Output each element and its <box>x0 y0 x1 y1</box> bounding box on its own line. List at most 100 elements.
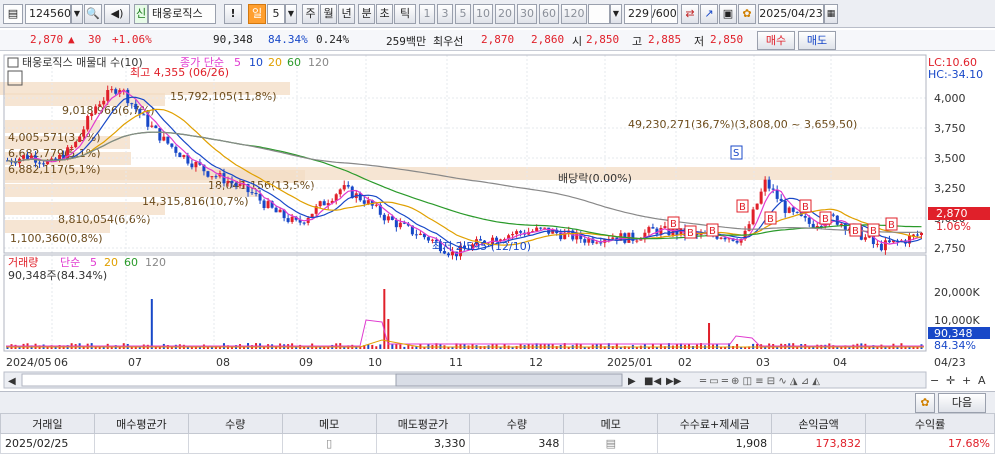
candle-body <box>22 155 26 159</box>
crosshair-icon[interactable]: ✛ <box>946 374 955 387</box>
stock-list-icon[interactable]: ▤ <box>3 4 23 24</box>
interval-10-button[interactable]: 10 <box>473 4 493 24</box>
candle-body <box>635 240 639 242</box>
scroll-left-icon[interactable]: ◀ <box>8 376 16 387</box>
scroll-thumb[interactable] <box>395 373 623 387</box>
candle-body <box>883 240 887 251</box>
interval-1-button[interactable]: 1 <box>419 4 435 24</box>
sell-signal-label: S <box>733 148 739 159</box>
candle-body <box>771 188 775 190</box>
tool-arrows-icon[interactable]: ⇄ <box>681 4 699 24</box>
date-input[interactable]: 2025/04/23 <box>758 4 824 24</box>
interval-60-button[interactable]: 60 <box>539 4 559 24</box>
volume-bar <box>736 343 739 349</box>
period-dropdown-icon[interactable]: ▼ <box>285 4 297 24</box>
speaker-icon[interactable]: ◀) <box>104 4 130 24</box>
x-tick: 2025/01 <box>607 356 653 369</box>
candle-body <box>158 128 162 141</box>
x-tick: 2024/05 <box>6 356 52 369</box>
cell-buy-qty <box>187 433 283 454</box>
open-label: 시 <box>572 35 583 48</box>
period-number-input[interactable]: 5 <box>267 4 285 24</box>
zoom-in-icon[interactable]: + <box>962 374 971 387</box>
buy-signal-label: B <box>739 202 746 213</box>
candle-body <box>42 163 46 165</box>
candle-body <box>783 200 787 213</box>
search-icon[interactable]: 🔍 <box>84 4 102 24</box>
low-label: 저 <box>694 35 705 48</box>
font-size-icon[interactable]: A <box>978 374 986 387</box>
period-day-button[interactable]: 일 <box>248 4 266 24</box>
interval-120-button[interactable]: 120 <box>561 4 587 24</box>
x-tick: 12 <box>529 356 543 369</box>
candle-body <box>162 136 166 141</box>
best-bid: 2,860 <box>531 33 565 46</box>
interval-dropdown-icon[interactable]: ▼ <box>610 4 622 24</box>
table-row[interactable]: 2025/02/25 ▯ 3,330 348 ▤ 1,908 173,832 1… <box>0 433 995 454</box>
buy-button[interactable]: 매수 <box>757 31 795 50</box>
candle-body <box>194 161 198 168</box>
new-badge: 신 <box>134 4 148 24</box>
scroll-last-icon[interactable]: ▶▶ <box>666 376 682 387</box>
stock-name-field[interactable]: 태웅로직스 <box>148 4 216 24</box>
period-year-button[interactable]: 년 <box>338 4 355 24</box>
memo-edit-icon[interactable]: ▤ <box>563 433 659 454</box>
line-tool-icon[interactable]: ↗ <box>700 4 718 24</box>
volume-value: 90,348 <box>213 33 253 46</box>
period-week-button[interactable]: 주 <box>302 4 319 24</box>
candle-body <box>110 89 114 91</box>
buy-signal-label: B <box>822 214 829 225</box>
candle-body <box>775 189 779 199</box>
buy-signal-label: B <box>802 202 809 213</box>
period-tick-button[interactable]: 틱 <box>394 4 416 24</box>
vol-ma5-legend: 5 <box>90 256 97 269</box>
candle-body <box>747 224 751 231</box>
col-fees: 수수료+제세금 <box>657 413 773 434</box>
alert-button[interactable]: ! <box>224 4 242 24</box>
profile-label: 14,315,816(10,7%) <box>142 195 249 208</box>
interval-30-button[interactable]: 30 <box>517 4 537 24</box>
volume-bar <box>463 343 466 349</box>
cell-fees: 1,908 <box>657 433 773 454</box>
interval-custom-input[interactable] <box>588 4 610 24</box>
interval-20-button[interactable]: 20 <box>495 4 515 24</box>
history-settings-icon[interactable]: ✿ <box>915 393 935 413</box>
zoom-out-icon[interactable]: − <box>930 374 939 387</box>
interval-5-button[interactable]: 5 <box>455 4 471 24</box>
candle-body <box>751 209 755 225</box>
profile-label: 15,792,105(11,8%) <box>170 90 277 103</box>
candle-body <box>190 163 194 168</box>
volume-bar <box>399 344 402 349</box>
calendar-icon[interactable]: ▦ <box>824 4 838 24</box>
price-tag: 2,870 <box>936 207 968 220</box>
candle-body <box>222 173 226 184</box>
stock-code-input[interactable]: 124560 <box>25 4 71 24</box>
drawing-tools-icons[interactable]: ═ ▭ ═ ⊕ ◫ ≡ ⊟ ∿ ◮ ⊿ ◭ <box>699 376 820 387</box>
period-second-button[interactable]: 초 <box>376 4 393 24</box>
candle-body <box>94 106 98 114</box>
period-minute-button[interactable]: 분 <box>358 4 375 24</box>
volume-bar <box>756 343 759 349</box>
col-sell-avg: 매도평균가 <box>375 413 471 434</box>
col-trade-date: 거래일 <box>0 413 95 434</box>
settings-gear-icon[interactable]: ✿ <box>738 4 756 24</box>
candle-body <box>382 214 386 221</box>
candle-body <box>70 147 74 149</box>
save-icon[interactable]: ▣ <box>719 4 737 24</box>
next-button[interactable]: 다음 <box>938 393 986 413</box>
candle-body <box>106 90 110 101</box>
memo-icon[interactable]: ▯ <box>281 433 377 454</box>
interval-3-button[interactable]: 3 <box>437 4 453 24</box>
candle-body <box>519 231 523 233</box>
scroll-right-icon[interactable]: ▶ <box>628 376 636 387</box>
candle-body <box>879 243 883 251</box>
col-buy-memo: 메모 <box>281 413 377 434</box>
candle-body <box>374 204 378 206</box>
code-dropdown-icon[interactable]: ▼ <box>71 4 83 24</box>
period-month-button[interactable]: 월 <box>320 4 337 24</box>
low-marker-label: 최저 2,595 (12/10) <box>432 240 531 253</box>
stock-chart[interactable]: 15,792,105(11,8%)9,018,966(6,7%)4,005,57… <box>0 52 995 391</box>
scroll-first-icon[interactable]: ■◀ <box>644 376 661 387</box>
sell-button[interactable]: 매도 <box>798 31 836 50</box>
data-count-input[interactable]: 229 <box>624 4 652 24</box>
